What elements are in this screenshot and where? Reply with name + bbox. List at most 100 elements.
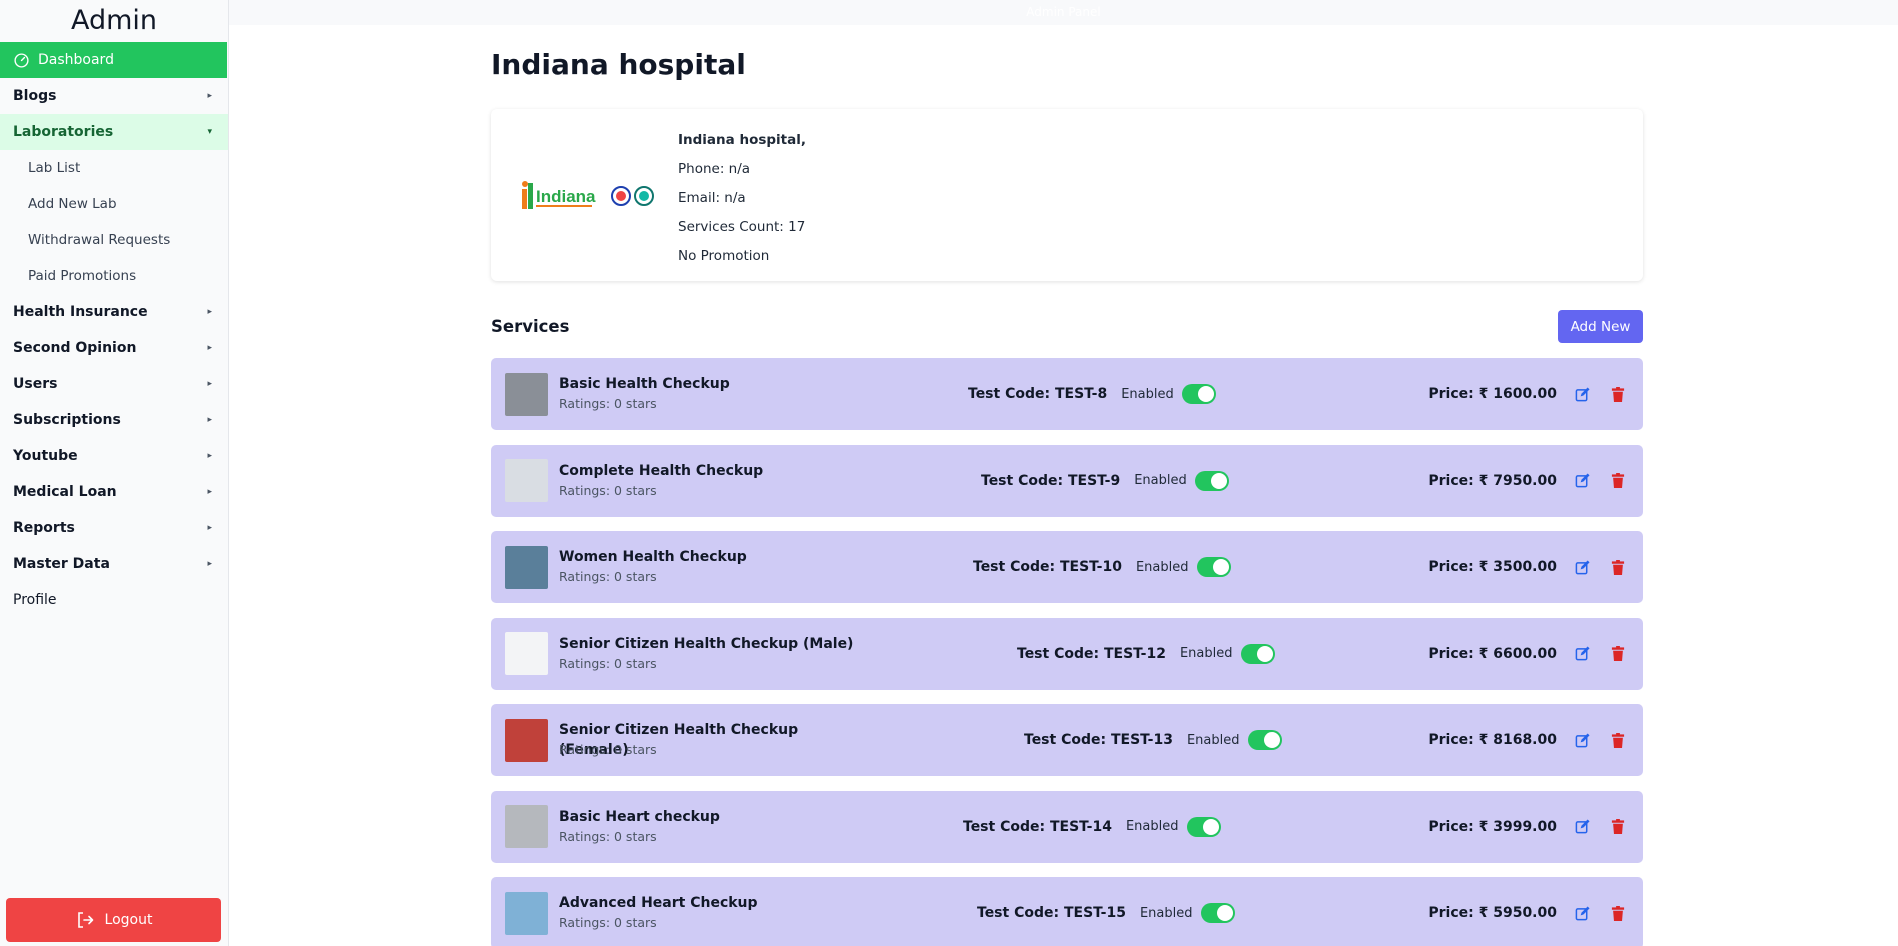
trash-icon [1611,386,1625,402]
service-enabled-toggle[interactable] [1194,470,1229,491]
service-status: Test Code: TEST-14 Enabled [963,791,1221,863]
sidebar-item-blogs[interactable]: Blogs ▸ [0,78,228,114]
sidebar-item-label: Second Opinion [13,340,137,356]
toggle-knob [1197,386,1214,402]
caret-right-icon: ▸ [207,307,212,317]
service-rating: Ratings: 0 stars [559,655,657,671]
delete-service-button[interactable] [1607,556,1629,578]
service-status: Test Code: TEST-10 Enabled [973,531,1231,603]
edit-service-button[interactable] [1571,729,1593,751]
services-title: Services [491,317,570,336]
lab-services-count: Services Count: 17 [678,219,806,235]
edit-icon [1575,732,1590,747]
edit-service-button[interactable] [1571,816,1593,838]
service-name: Women Health Checkup [559,549,747,565]
service-name: Senior Citizen Health Checkup (Female) [559,722,799,758]
service-status: Test Code: TEST-12 Enabled [1017,618,1275,690]
trash-icon [1611,905,1625,921]
service-thumbnail [505,632,548,675]
service-enabled-toggle[interactable] [1247,730,1282,750]
trash-icon [1611,559,1625,575]
sidebar-item-withdrawal-requests[interactable]: Withdrawal Requests [0,222,228,258]
service-enabled-toggle[interactable] [1181,384,1216,404]
delete-service-button[interactable] [1607,470,1629,492]
sidebar-item-label: Blogs [13,88,57,104]
service-enabled-toggle[interactable] [1240,643,1275,664]
service-enabled-toggle[interactable] [1186,816,1221,837]
enabled-label: Enabled [1139,905,1193,921]
service-test-code: Test Code: TEST-14 [963,818,1112,835]
service-status: Test Code: TEST-8 Enabled [968,358,1216,430]
service-actions: Price: ₹ 5950.00 [1428,877,1629,946]
edit-service-button[interactable] [1571,902,1593,924]
sidebar-item-laboratories[interactable]: Laboratories ▾ [0,114,228,150]
lab-phone: Phone: n/a [678,161,751,177]
edit-service-button[interactable] [1571,643,1593,665]
edit-service-button[interactable] [1571,383,1593,405]
service-price: Price: ₹ 7950.00 [1428,472,1557,489]
sidebar-item-label: Users [13,376,58,392]
service-actions: Price: ₹ 1600.00 [1428,358,1629,430]
page-title: Indiana hospital [491,48,746,81]
caret-right-icon: ▸ [207,343,212,353]
sidebar-item-label: Master Data [13,556,110,572]
service-test-code: Test Code: TEST-15 [977,905,1126,921]
topbar-title: Admin Panel [1026,5,1101,19]
service-enabled-toggle[interactable] [1196,557,1231,577]
sidebar-item-users[interactable]: Users ▸ [0,366,228,402]
logout-button[interactable]: Logout [6,898,221,942]
add-new-service-button[interactable]: Add New [1558,310,1643,343]
top-bar: Admin Panel [229,0,1898,25]
sidebar-item-label: Profile [13,592,57,608]
toggle-knob [1256,645,1273,662]
enabled-label: Enabled [1135,559,1189,575]
sidebar-item-subscriptions[interactable]: Subscriptions ▸ [0,402,228,438]
enabled-label: Enabled [1186,732,1240,748]
sidebar-item-profile[interactable]: Profile [0,582,228,618]
edit-icon [1575,819,1590,834]
edit-icon [1575,646,1590,661]
brand-title: Admin [70,5,158,36]
service-name: Advanced Heart Checkup [559,895,758,911]
delete-service-button[interactable] [1607,643,1629,665]
service-price: Price: ₹ 6600.00 [1428,645,1557,662]
service-price: Price: ₹ 8168.00 [1428,732,1557,748]
sidebar-item-second-opinion[interactable]: Second Opinion ▸ [0,330,228,366]
sidebar: Admin Dashboard Blogs ▸ Laboratories ▾ Lab L… [0,0,229,946]
service-actions: Price: ₹ 3999.00 [1428,791,1629,863]
service-actions: Price: ₹ 7950.00 [1428,445,1629,517]
delete-service-button[interactable] [1607,729,1629,751]
sidebar-item-label: Add New Lab [28,196,117,212]
delete-service-button[interactable] [1607,816,1629,838]
sidebar-item-medical-loan[interactable]: Medical Loan ▸ [0,474,228,510]
delete-service-button[interactable] [1607,902,1629,924]
service-text: Women Health Checkup Ratings: 0 stars [559,547,859,587]
caret-right-icon: ▸ [207,451,212,461]
sidebar-item-reports[interactable]: Reports ▸ [0,510,228,546]
service-row: Women Health Checkup Ratings: 0 stars Te… [491,531,1643,603]
service-status: Test Code: TEST-13 Enabled [1024,704,1282,776]
service-name: Basic Health Checkup [559,376,730,392]
service-row: Basic Health Checkup Ratings: 0 stars Te… [491,358,1643,430]
service-thumbnail [505,545,548,589]
sidebar-item-paid-promotions[interactable]: Paid Promotions [0,258,228,294]
sidebar-item-master-data[interactable]: Master Data ▸ [0,546,228,582]
service-text: Basic Health Checkup Ratings: 0 stars [559,374,859,414]
sidebar-item-health-insurance[interactable]: Health Insurance ▸ [0,294,228,330]
edit-service-button[interactable] [1571,470,1593,492]
service-name: Senior Citizen Health Checkup (Male) [559,635,854,652]
edit-service-button[interactable] [1571,556,1593,578]
enabled-label: Enabled [1179,646,1233,661]
service-actions: Price: ₹ 3500.00 [1428,531,1629,603]
sidebar-item-add-new-lab[interactable]: Add New Lab [0,186,228,222]
service-enabled-toggle[interactable] [1200,903,1235,923]
service-name: Complete Health Checkup [559,462,764,479]
sidebar-item-dashboard[interactable]: Dashboard [0,42,227,78]
toggle-knob [1212,559,1229,575]
service-row: Complete Health Checkup Ratings: 0 stars… [491,444,1643,517]
lab-name: Indiana hospital, [678,132,806,148]
caret-right-icon: ▸ [207,379,212,389]
sidebar-item-youtube[interactable]: Youtube ▸ [0,438,228,474]
delete-service-button[interactable] [1607,383,1629,405]
sidebar-item-lab-list[interactable]: Lab List [0,150,228,186]
